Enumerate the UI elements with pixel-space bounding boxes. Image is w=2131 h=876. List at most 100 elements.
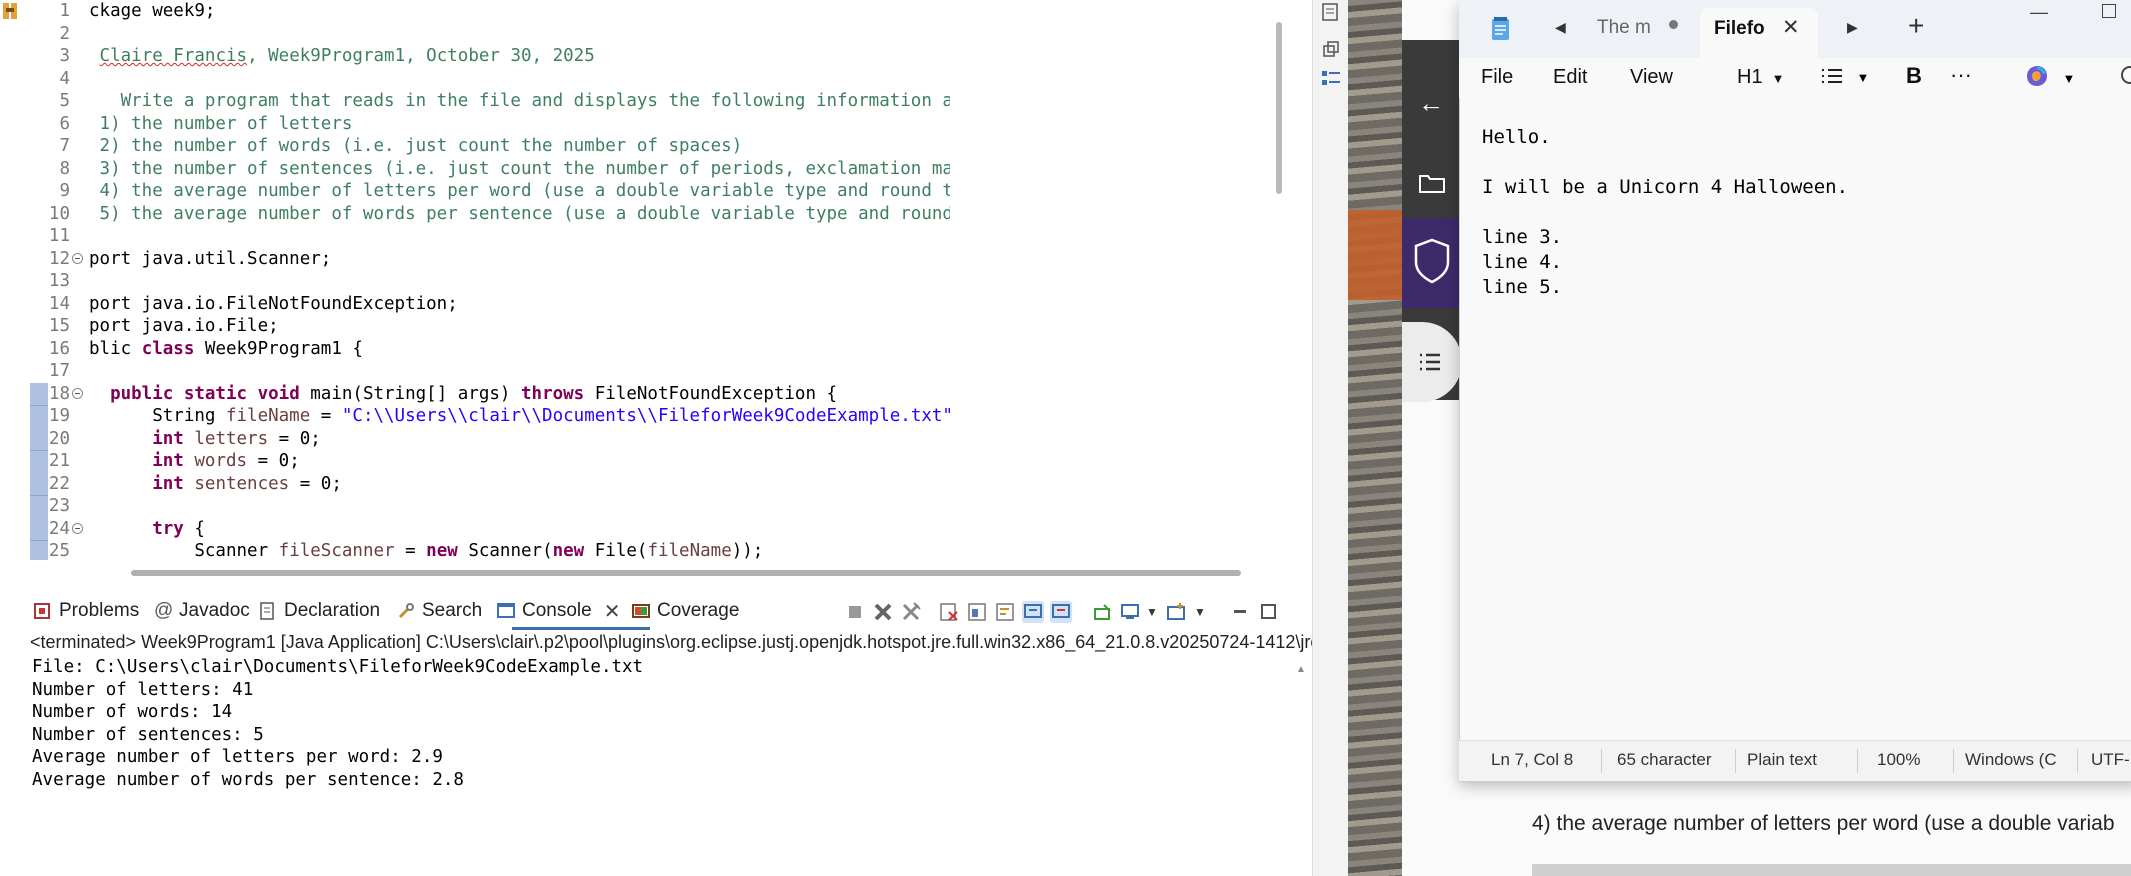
- code-line[interactable]: 8 3) the number of sentences (i.e. just …: [0, 158, 950, 181]
- display-console-button[interactable]: [1120, 601, 1142, 623]
- code-line[interactable]: 13: [0, 270, 950, 293]
- code-line[interactable]: 20 int letters = 0;: [0, 427, 950, 451]
- minimize-view-button[interactable]: [1230, 601, 1252, 623]
- editor-vertical-scrollbar[interactable]: [1276, 22, 1282, 194]
- list-icon[interactable]: [1418, 352, 1442, 372]
- menu-file[interactable]: File: [1481, 66, 1513, 89]
- code-line[interactable]: 18 public static void main(String[] args…: [0, 382, 950, 406]
- pin-console-button[interactable]: [1092, 601, 1114, 623]
- console-output[interactable]: File: C:\Users\clair\Documents\FileforWe…: [32, 656, 643, 791]
- code-token: File(: [584, 541, 648, 560]
- chevron-down-icon[interactable]: ▼: [1146, 605, 1168, 627]
- code-line[interactable]: 10 5) the average number of words per se…: [0, 203, 950, 226]
- word-wrap-button[interactable]: [994, 601, 1016, 623]
- list-dropdown[interactable]: ▼: [1820, 66, 1869, 91]
- show-on-stdout-button[interactable]: [1022, 601, 1044, 623]
- tab-inactive[interactable]: The m: [1597, 17, 1651, 39]
- code-line[interactable]: 9 4) the average number of letters per w…: [0, 180, 950, 203]
- tab-search[interactable]: Search: [397, 595, 482, 627]
- fold-collapse-icon[interactable]: [72, 387, 83, 399]
- code-line[interactable]: 7 2) the number of words (i.e. just coun…: [0, 135, 950, 158]
- terminate-button[interactable]: [844, 601, 866, 623]
- remove-all-terminated-button[interactable]: [900, 601, 922, 623]
- code-line[interactable]: 1 ckage week9;: [0, 0, 950, 23]
- show-on-stderr-button[interactable]: [1050, 601, 1072, 623]
- code-text: 2) the number of words (i.e. just count …: [89, 135, 743, 158]
- console-terminated-line: <terminated> Week9Program1 [Java Applica…: [30, 632, 1320, 652]
- code-line[interactable]: 23: [0, 495, 950, 518]
- code-token: port java.io.File;: [89, 316, 279, 336]
- code-line[interactable]: 2: [0, 23, 950, 46]
- notepad-text-area[interactable]: Hello. I will be a Unicorn 4 Halloween. …: [1482, 125, 1848, 300]
- code-line[interactable]: 24 try {: [0, 517, 950, 541]
- code-line[interactable]: 19 String fileName = "C:\\Users\\clair\\…: [0, 405, 950, 428]
- code-token: FileNotFoundException {: [584, 383, 838, 404]
- tab-label: Problems: [59, 600, 140, 621]
- close-icon[interactable]: ✕: [604, 599, 621, 624]
- back-arrow-icon[interactable]: ←: [1418, 88, 1444, 119]
- line-number: 6: [59, 113, 70, 134]
- fold-collapse-icon[interactable]: [72, 252, 83, 264]
- heading-dropdown[interactable]: H1 ▼: [1737, 66, 1784, 89]
- remove-launch-button[interactable]: [872, 601, 894, 623]
- code-token: public static void: [110, 383, 300, 404]
- code-line[interactable]: 4: [0, 68, 950, 91]
- new-tab-icon[interactable]: +: [1908, 10, 1924, 42]
- fold-collapse-icon[interactable]: [72, 522, 83, 534]
- tab-coverage[interactable]: Coverage: [632, 595, 739, 627]
- restore-icon[interactable]: [1321, 40, 1341, 62]
- code-line[interactable]: 3 Claire Francis, Week9Program1, October…: [0, 45, 950, 68]
- tab-label: Console: [522, 600, 592, 621]
- tab-problems[interactable]: Problems: [34, 595, 139, 627]
- scroll-tabs-left-icon[interactable]: ◀: [1555, 19, 1566, 36]
- code-line[interactable]: 22 int sentences = 0;: [0, 472, 950, 496]
- tab-declaration[interactable]: Declaration: [259, 595, 380, 627]
- code-token: String: [89, 406, 226, 426]
- maximize-icon[interactable]: [2102, 4, 2116, 18]
- code-line[interactable]: 21 int words = 0;: [0, 450, 950, 473]
- settings-icon[interactable]: [2116, 64, 2131, 86]
- code-line[interactable]: 17: [0, 360, 950, 383]
- scroll-lock-button[interactable]: [966, 601, 988, 623]
- scroll-up-icon[interactable]: ▲: [1296, 664, 1308, 676]
- line-number: 11: [48, 226, 70, 246]
- background-app-logo: [1402, 218, 1462, 308]
- clear-console-button[interactable]: [938, 601, 960, 623]
- bold-button[interactable]: B: [1906, 63, 1922, 89]
- code-token: new: [426, 541, 458, 560]
- code-line[interactable]: 11: [0, 225, 950, 248]
- code-line[interactable]: 12 port java.util.Scanner;: [0, 248, 950, 271]
- chevron-down-icon: ▼: [1771, 71, 1785, 86]
- task-list-icon[interactable]: [1320, 68, 1342, 90]
- copilot-button[interactable]: ▼: [2024, 64, 2075, 93]
- code-line[interactable]: 6 1) the number of letters: [0, 113, 950, 136]
- code-editor[interactable]: 1 ckage week9; 2 3 Claire Francis, Week9Pro…: [0, 0, 950, 560]
- code-line[interactable]: 14 port java.io.FileNotFoundException;: [0, 293, 950, 316]
- code-line[interactable]: 15 port java.io.File;: [0, 315, 950, 338]
- maximize-view-button[interactable]: [1258, 601, 1280, 623]
- status-zoom[interactable]: 100%: [1877, 750, 1920, 770]
- status-format[interactable]: Plain text: [1747, 750, 1817, 770]
- outline-view-icon[interactable]: [1321, 2, 1341, 24]
- tab-active[interactable]: Filefo ✕: [1700, 8, 1818, 58]
- chevron-down-icon[interactable]: ▼: [1194, 605, 1216, 627]
- menu-edit[interactable]: Edit: [1553, 66, 1587, 89]
- code-line[interactable]: 16 blic class Week9Program1 {: [0, 338, 950, 361]
- scroll-tabs-right-icon[interactable]: ▶: [1847, 19, 1858, 36]
- status-separator: [2077, 749, 2078, 773]
- code-line[interactable]: 5 Write a program that reads in the file…: [0, 90, 950, 113]
- open-console-button[interactable]: [1166, 601, 1188, 623]
- tab-console[interactable]: Console ✕: [497, 595, 620, 627]
- editor-horizontal-scrollbar[interactable]: [131, 570, 1241, 576]
- code-line[interactable]: 25 Scanner fileScanner = new Scanner(new…: [0, 540, 950, 560]
- menu-view[interactable]: View: [1630, 66, 1673, 89]
- close-icon[interactable]: ✕: [1782, 15, 1800, 40]
- line-number: 23: [48, 496, 70, 516]
- folder-icon[interactable]: [1418, 170, 1446, 194]
- more-options-icon[interactable]: ···: [1950, 62, 1972, 88]
- minimize-icon[interactable]: —: [2030, 2, 2048, 23]
- tab-javadoc[interactable]: @ Javadoc: [154, 595, 250, 627]
